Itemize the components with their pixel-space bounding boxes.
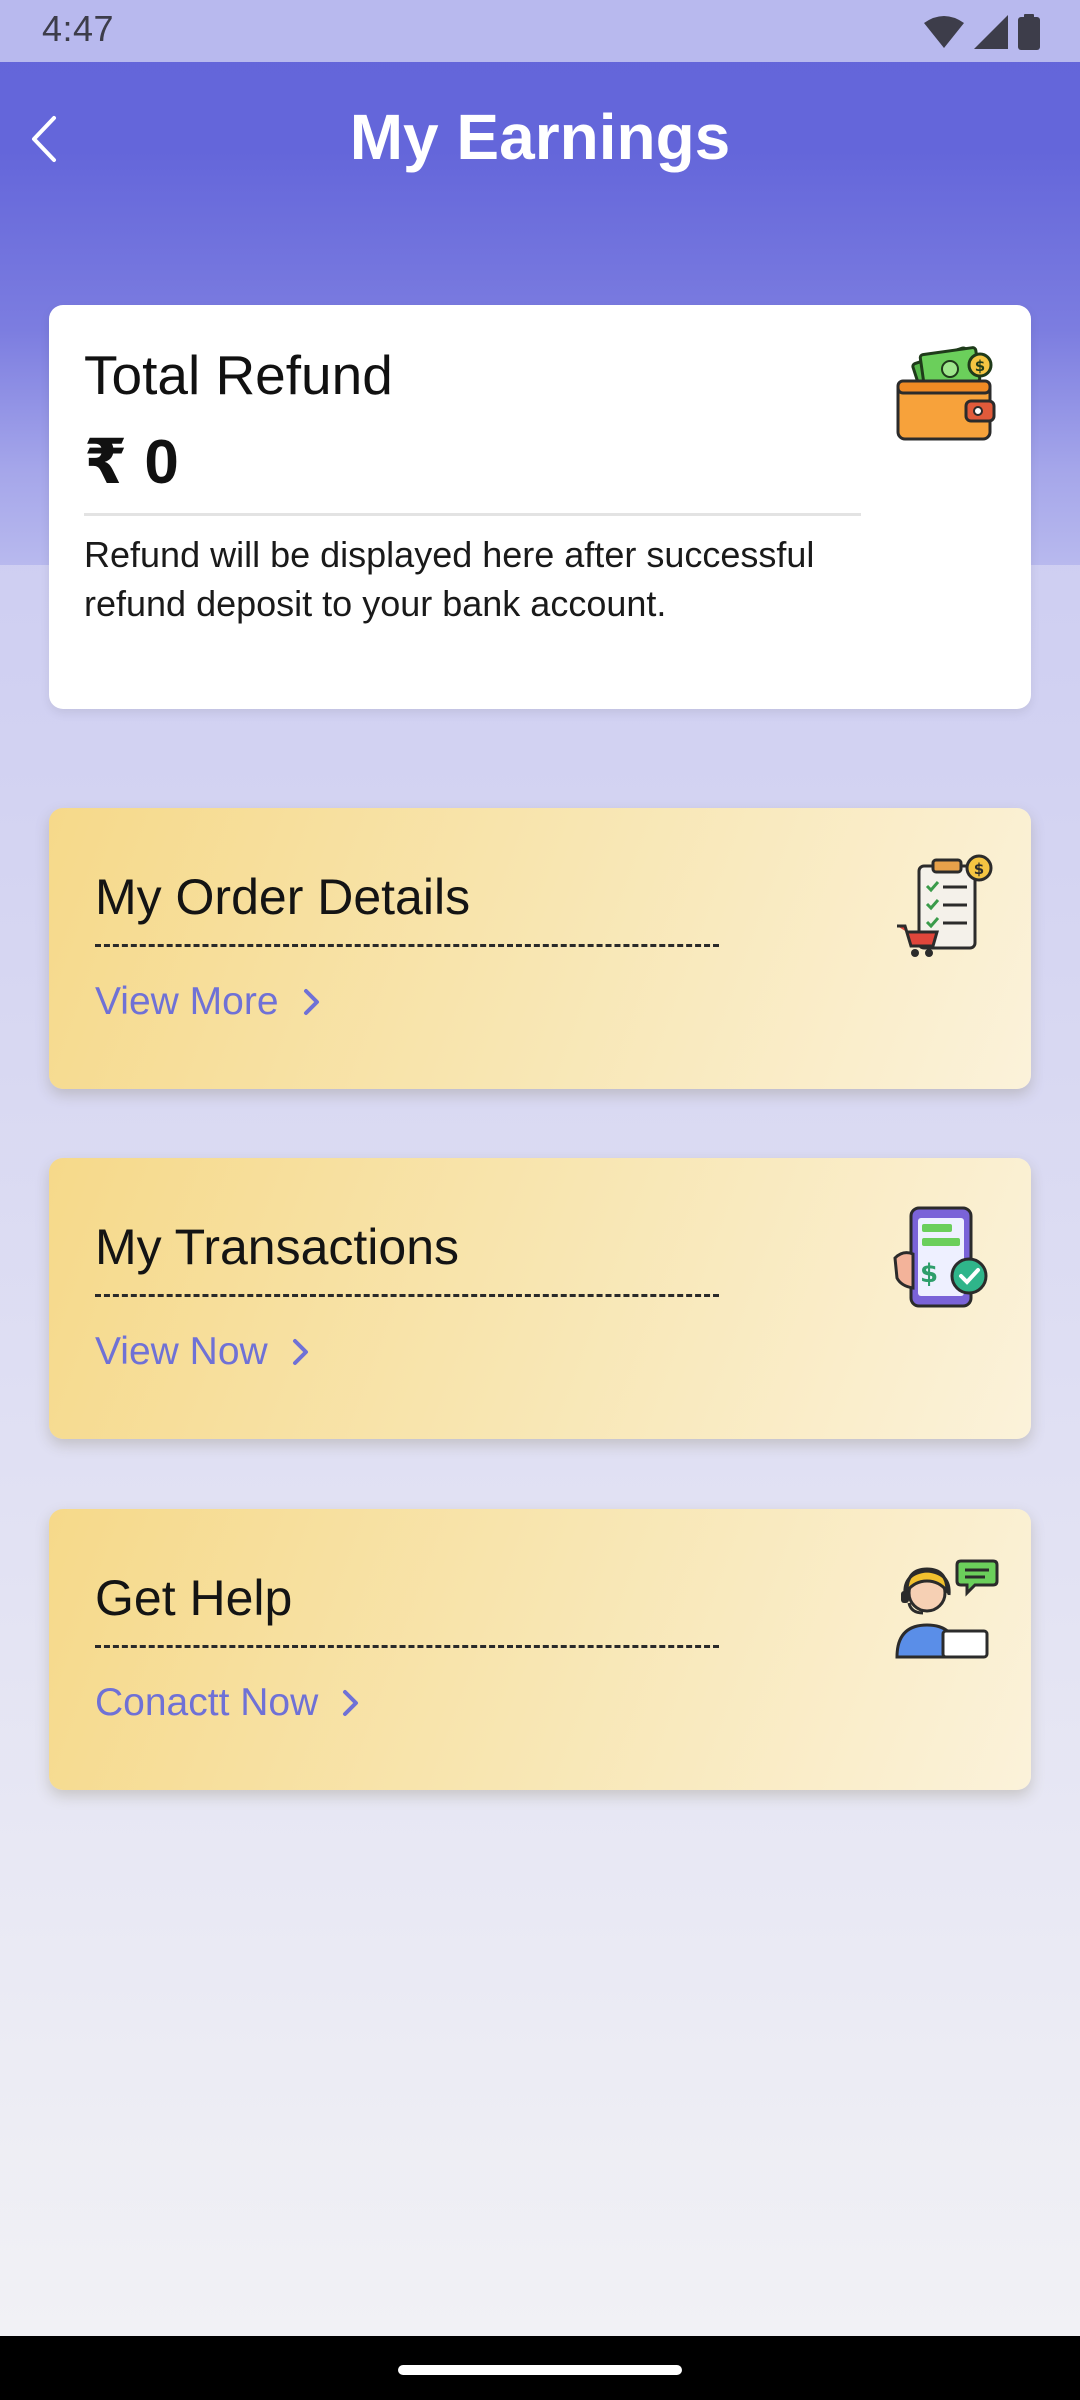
divider	[84, 513, 861, 516]
svg-text:$: $	[920, 1259, 938, 1289]
view-more-link[interactable]: View More	[95, 980, 323, 1024]
link-label: View More	[95, 980, 279, 1023]
total-refund-card: Total Refund ₹ 0 Refund will be displaye…	[49, 305, 1031, 709]
refund-note: Refund will be displayed here after succ…	[84, 534, 815, 624]
signal-icon	[974, 15, 1008, 49]
mobile-payment-icon: $	[893, 1206, 988, 1308]
status-bar: 4:47	[0, 0, 1080, 62]
chevron-right-icon	[303, 989, 319, 1015]
svg-text:$: $	[975, 357, 985, 375]
link-label: View Now	[95, 1330, 268, 1373]
card-title: My Transactions	[95, 1219, 460, 1275]
refund-amount: ₹ 0	[84, 428, 179, 497]
status-time: 4:47	[42, 8, 115, 49]
view-now-link[interactable]: View Now	[95, 1330, 312, 1374]
dashed-divider	[95, 1645, 719, 1648]
card-title: Get Help	[95, 1570, 293, 1626]
wifi-icon	[924, 16, 964, 48]
card-title: My Order Details	[95, 869, 471, 925]
order-details-card[interactable]: My Order Details View More $	[49, 808, 1031, 1089]
page-title: My Earnings	[349, 101, 731, 173]
transactions-card[interactable]: My Transactions View Now $	[49, 1158, 1031, 1439]
order-clipboard-icon: $	[897, 854, 993, 957]
chevron-right-icon	[292, 1339, 308, 1365]
dashed-divider	[95, 1294, 719, 1297]
chevron-right-icon	[343, 1690, 359, 1716]
get-help-card[interactable]: Get Help Conactt Now	[49, 1509, 1031, 1790]
wallet-icon: $	[896, 346, 996, 441]
contact-now-link[interactable]: Conactt Now	[95, 1681, 362, 1725]
battery-icon	[1018, 14, 1040, 50]
home-indicator[interactable]	[398, 2365, 682, 2375]
dashed-divider	[95, 944, 719, 947]
link-label: Conactt Now	[95, 1681, 319, 1724]
support-agent-icon	[895, 1559, 999, 1659]
svg-text:$: $	[974, 860, 984, 878]
refund-title: Total Refund	[84, 344, 393, 406]
